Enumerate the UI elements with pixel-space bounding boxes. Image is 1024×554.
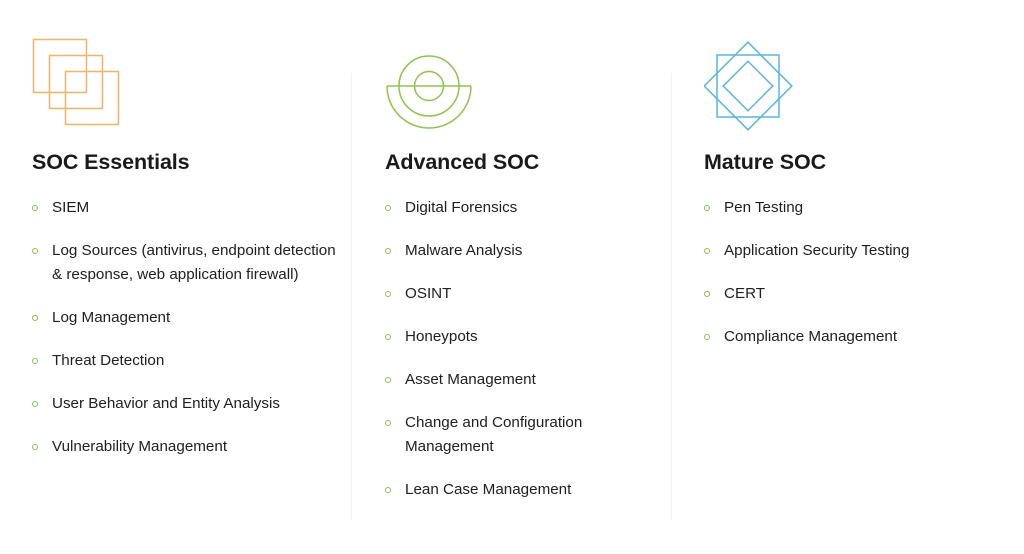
list-item[interactable]: Log Sources (antivirus, endpoint detecti…: [32, 239, 340, 287]
list-item[interactable]: Threat Detection: [32, 349, 340, 373]
list-item-label: Malware Analysis: [405, 242, 523, 259]
list-item[interactable]: Asset Management: [385, 368, 655, 392]
list-item-label: Application Security Testing: [724, 242, 910, 259]
list-item-label: OSINT: [405, 285, 452, 302]
list-item[interactable]: Compliance Management: [704, 325, 1004, 349]
list-item[interactable]: Lean Case Management: [385, 478, 655, 502]
list-item-label: Change and Configuration Management: [405, 414, 583, 455]
bullet-icon: [385, 420, 391, 426]
bullet-icon: [385, 487, 391, 493]
bullet-icon: [704, 205, 710, 211]
list-item-label: Asset Management: [405, 371, 536, 388]
list-item[interactable]: CERT: [704, 282, 1004, 306]
list-item[interactable]: Pen Testing: [704, 196, 1004, 220]
column-advanced-soc: Advanced SOC Digital Forensics Malware A…: [352, 0, 671, 554]
bullet-icon: [32, 315, 38, 321]
bullet-icon: [32, 358, 38, 364]
list-item[interactable]: Log Management: [32, 306, 340, 330]
list-item[interactable]: SIEM: [32, 196, 340, 220]
bullet-icon: [385, 291, 391, 297]
bullet-icon: [704, 291, 710, 297]
capability-list-mature-soc: Pen Testing Application Security Testing…: [704, 196, 1004, 349]
page-title-mature-soc: Mature SOC: [704, 150, 827, 174]
bullet-icon: [385, 334, 391, 340]
list-item-label: SIEM: [52, 199, 90, 216]
capability-list-advanced-soc: Digital Forensics Malware Analysis OSINT…: [385, 196, 655, 502]
column-soc-essentials: SOC Essentials SIEM Log Sources (antivir…: [0, 0, 352, 554]
bullet-icon: [32, 444, 38, 450]
columns-container: SOC Essentials SIEM Log Sources (antivir…: [0, 0, 1024, 554]
list-item-label: Compliance Management: [724, 328, 898, 345]
bullet-icon: [385, 248, 391, 254]
bullet-icon: [704, 334, 710, 340]
list-item[interactable]: User Behavior and Entity Analysis: [32, 392, 340, 416]
list-item-label: Digital Forensics: [405, 199, 518, 216]
bullet-icon: [32, 248, 38, 254]
list-item[interactable]: Change and Configuration Management: [385, 411, 655, 459]
list-item-label: Vulnerability Management: [52, 438, 228, 455]
page-title-advanced-soc: Advanced SOC: [385, 150, 540, 174]
page-title-soc-essentials: SOC Essentials: [32, 150, 190, 174]
list-item-label: CERT: [724, 285, 766, 302]
list-item-label: Pen Testing: [724, 199, 804, 216]
overlapping-squares-icon: [32, 38, 132, 134]
list-item[interactable]: Application Security Testing: [704, 239, 1004, 263]
bullet-icon: [385, 205, 391, 211]
list-item[interactable]: Malware Analysis: [385, 239, 655, 263]
list-item[interactable]: Digital Forensics: [385, 196, 655, 220]
list-item-label: Lean Case Management: [405, 481, 572, 498]
list-item-label: Log Sources (antivirus, endpoint detecti…: [52, 242, 336, 283]
capability-list-soc-essentials: SIEM Log Sources (antivirus, endpoint de…: [32, 196, 340, 459]
bullet-icon: [32, 401, 38, 407]
soc-maturity-board: SOC Essentials SIEM Log Sources (antivir…: [0, 0, 1024, 554]
list-item[interactable]: Vulnerability Management: [32, 435, 340, 459]
list-item-label: User Behavior and Entity Analysis: [52, 395, 280, 412]
list-item-label: Honeypots: [405, 328, 478, 345]
bullet-icon: [385, 377, 391, 383]
column-mature-soc: Mature SOC Pen Testing Application Secur…: [671, 0, 1024, 554]
list-item[interactable]: Honeypots: [385, 325, 655, 349]
list-item-label: Threat Detection: [52, 352, 165, 369]
list-item[interactable]: OSINT: [385, 282, 655, 306]
bullet-icon: [32, 205, 38, 211]
bullet-icon: [704, 248, 710, 254]
list-item-label: Log Management: [52, 309, 171, 326]
square-diamond-icon: [703, 38, 804, 134]
concentric-circles-icon: [385, 38, 485, 134]
